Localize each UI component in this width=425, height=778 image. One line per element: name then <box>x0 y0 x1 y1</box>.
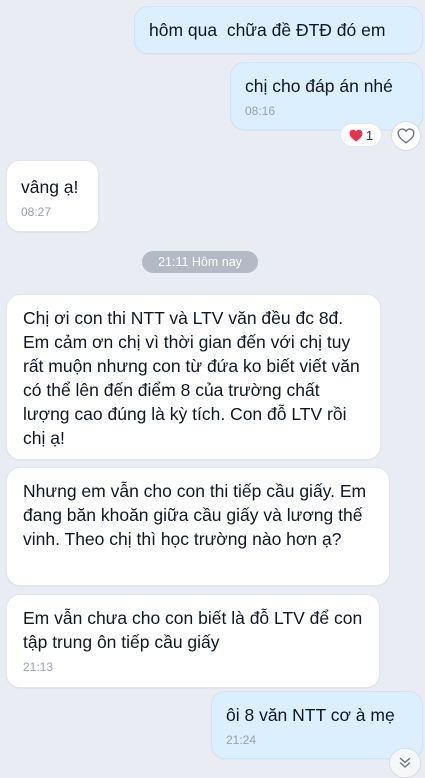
heart-outline-icon <box>397 128 415 144</box>
react-button[interactable] <box>391 121 421 151</box>
message-time: 08:16 <box>245 104 276 118</box>
message-text: Nhưng em vẫn cho con thi tiếp cầu giấy. … <box>23 481 371 549</box>
reaction-count: 1 <box>365 127 374 143</box>
reaction-badge[interactable]: 1 <box>340 123 382 147</box>
message-text: Em vẫn chưa cho con biết là đỗ LTV để co… <box>23 608 368 652</box>
message-outgoing[interactable]: hôm qua chữa đề ĐTĐ đó em <box>134 6 423 54</box>
message-incoming[interactable]: Em vẫn chưa cho con biết là đỗ LTV để co… <box>6 594 380 688</box>
message-time: 21:24 <box>226 733 257 747</box>
message-incoming[interactable]: Chị ơi con thi NTT và LTV văn đều đc 8đ.… <box>6 294 381 460</box>
message-text: Chị ơi con thi NTT và LTV văn đều đc 8đ.… <box>23 308 365 448</box>
chevron-double-down-icon <box>398 756 412 770</box>
date-separator: 21:11 Hôm nay <box>142 251 258 273</box>
message-text: chị cho đáp án nhé <box>245 76 393 96</box>
message-text: ôi 8 văn NTT cơ à mẹ <box>226 705 395 725</box>
message-time: 21:13 <box>23 660 54 674</box>
message-incoming[interactable]: vâng ạ! 08:27 <box>6 160 99 232</box>
message-text: vâng ạ! <box>21 177 79 197</box>
message-text: hôm qua chữa đề ĐTĐ đó em <box>149 20 386 40</box>
message-incoming[interactable]: Nhưng em vẫn cho con thi tiếp cầu giấy. … <box>6 467 390 586</box>
message-outgoing[interactable]: ôi 8 văn NTT cơ à mẹ 21:24 <box>211 691 423 759</box>
message-time: 08:27 <box>21 205 52 219</box>
message-outgoing[interactable]: chị cho đáp án nhé 08:16 <box>230 62 423 130</box>
heart-icon <box>349 129 363 142</box>
